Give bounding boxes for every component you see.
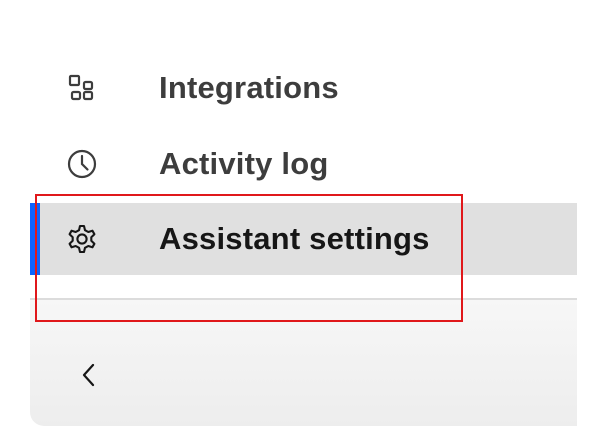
sidebar-item-label: Activity log	[159, 146, 329, 181]
chevron-left-icon	[78, 362, 100, 393]
sidebar-item-activity-log[interactable]: Activity log	[30, 128, 577, 200]
sidebar-item-integrations[interactable]: Integrations	[30, 52, 577, 124]
highlight-outline	[35, 194, 463, 322]
collapse-sidebar-button[interactable]	[70, 358, 108, 396]
integrations-icon	[65, 71, 99, 105]
sidebar-item-label: Integrations	[159, 70, 339, 105]
clock-icon	[65, 147, 99, 181]
